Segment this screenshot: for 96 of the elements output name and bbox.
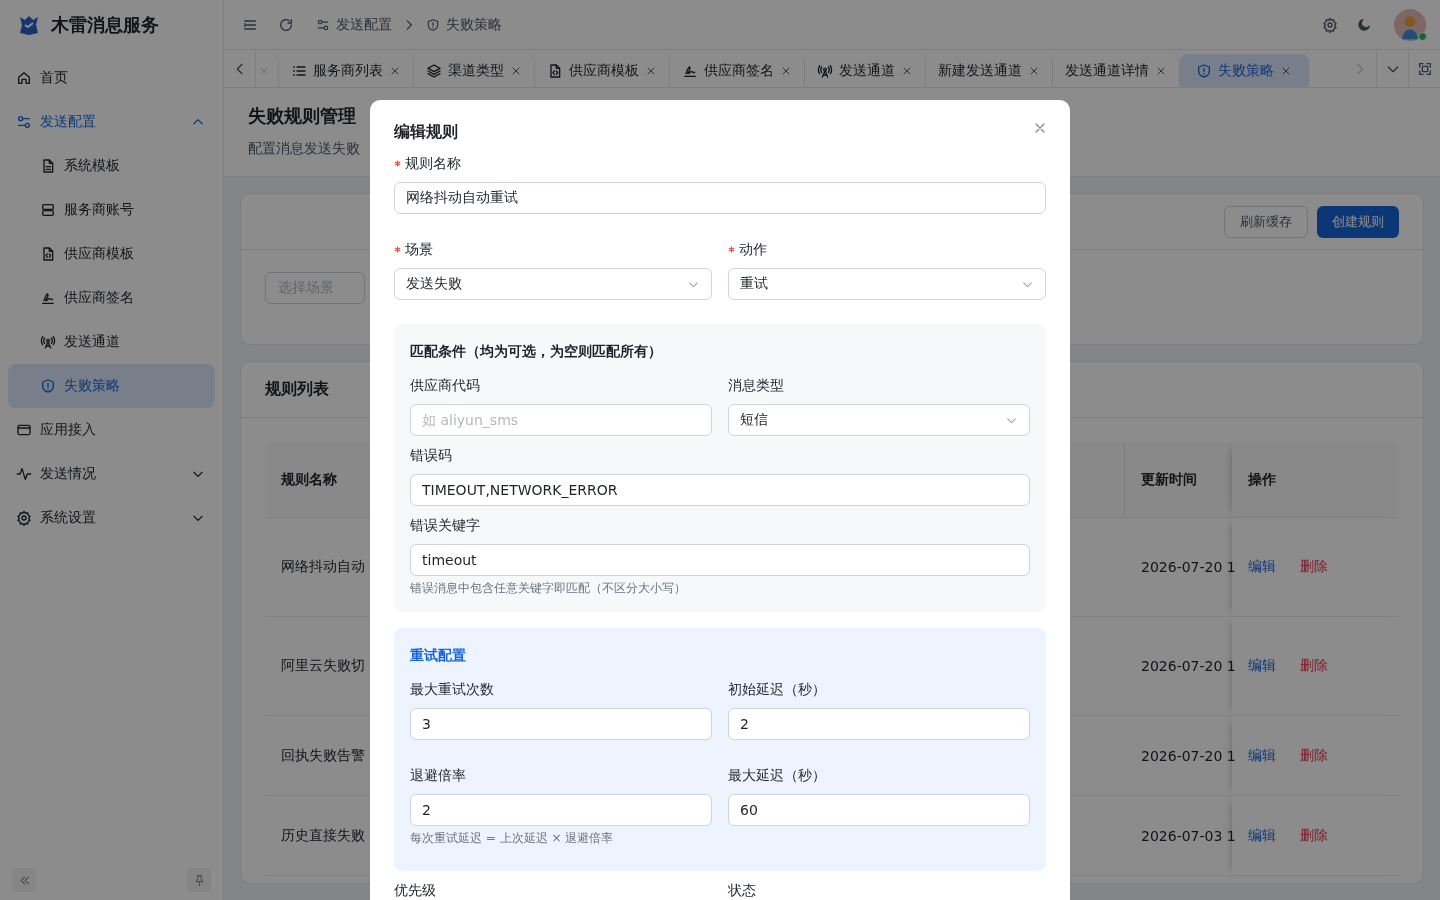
field-label: 最大重试次数 <box>410 680 494 699</box>
select-field[interactable]: 短信 <box>728 404 1030 436</box>
sidebar-item[interactable]: 失败策略 <box>8 364 215 408</box>
field-label: 状态 <box>728 881 756 900</box>
field-label: 优先级 <box>394 881 436 900</box>
signature-icon <box>40 290 56 306</box>
sidebar-item[interactable]: 服务商账号 <box>8 188 215 232</box>
table-cell: 网络抖动自动 <box>281 558 365 576</box>
input-field[interactable]: 2 <box>410 794 712 826</box>
field-label: 初始延迟（秒） <box>728 680 826 699</box>
tab[interactable]: 供应商模板 <box>535 53 670 87</box>
edit-link[interactable]: 编辑 <box>1248 826 1276 845</box>
select-field[interactable]: 重试 <box>728 268 1046 300</box>
tab[interactable]: 渠道类型 <box>414 53 535 87</box>
shield-icon <box>1196 62 1212 79</box>
create-button[interactable]: 创建规则 <box>1317 205 1399 238</box>
sliders-icon <box>16 114 32 130</box>
card-title: 规则列表 <box>265 379 329 400</box>
edit-link[interactable]: 编辑 <box>1248 657 1276 675</box>
column-header: 规则名称 <box>281 470 337 489</box>
field-label: 错误关键字 <box>410 516 480 535</box>
sliders-icon <box>316 17 330 32</box>
section-title: 匹配条件（均为可选，为空则匹配所有） <box>410 342 663 361</box>
window-icon <box>16 422 32 438</box>
field-label: 消息类型 <box>728 376 784 395</box>
code-file-icon <box>40 246 56 262</box>
shield-icon <box>40 378 56 394</box>
code-file-icon <box>547 62 563 79</box>
tab[interactable]: 发送通道 <box>805 53 926 87</box>
fullscreen-icon <box>1416 60 1433 77</box>
app-name: 木雷消息服务 <box>51 13 159 37</box>
refresh-cache-button[interactable]: 刷新缓存 <box>1224 205 1308 238</box>
delete-link[interactable]: 删除 <box>1300 746 1328 765</box>
server-icon <box>40 202 56 218</box>
pin-button[interactable] <box>187 868 211 892</box>
home-icon <box>16 70 32 86</box>
input-field[interactable]: 网络抖动自动重试 <box>394 182 1046 214</box>
input-field[interactable]: 2 <box>728 708 1030 740</box>
avatar-figure <box>1394 8 1426 41</box>
shield-icon <box>426 17 440 32</box>
dialog-title: 编辑规则 <box>394 121 458 143</box>
delete-link[interactable]: 删除 <box>1300 558 1328 576</box>
input-field[interactable]: 3 <box>410 708 712 740</box>
sidebar-item[interactable]: 供应商签名 <box>8 276 215 320</box>
column-header: 更新时间 <box>1141 470 1197 489</box>
field-hint: 错误消息中包含任意关键字即匹配（不区分大小写） <box>410 580 687 596</box>
breadcrumb-item[interactable]: 发送配置 <box>336 15 392 34</box>
logo-icon <box>17 13 41 37</box>
breadcrumb-item[interactable]: 失败策略 <box>446 15 502 34</box>
input-field[interactable]: timeout <box>410 544 1030 576</box>
sidebar-item[interactable]: 发送配置 <box>8 100 215 144</box>
antenna-icon <box>817 62 833 79</box>
input-field[interactable]: 60 <box>728 794 1030 826</box>
moon-icon <box>1356 16 1372 33</box>
sidebar-item[interactable]: 供应商模板 <box>8 232 215 276</box>
field-label: 动作 <box>739 240 767 259</box>
sidebar-item[interactable]: 发送情况 <box>8 452 215 496</box>
layers-icon <box>426 62 442 79</box>
select-field[interactable]: 发送失败 <box>394 268 712 300</box>
section-title: 重试配置 <box>410 646 467 665</box>
page-title: 失败规则管理 <box>248 104 357 128</box>
table-cell: 回执失败告警 <box>281 746 365 765</box>
sidebar-item[interactable]: 发送通道 <box>8 320 215 364</box>
avatar[interactable] <box>1394 8 1426 41</box>
antenna-icon <box>40 334 56 350</box>
delete-link[interactable]: 删除 <box>1300 826 1328 845</box>
document-icon <box>40 158 56 174</box>
column-header: 操作 <box>1248 470 1276 489</box>
field-label: 错误码 <box>410 446 452 465</box>
sidebar-item[interactable]: 系统设置 <box>8 496 215 540</box>
field-label: 退避倍率 <box>410 766 466 785</box>
page-subtitle: 配置消息发送失败 <box>248 140 361 158</box>
refresh-icon <box>278 16 294 33</box>
sidebar-item[interactable]: 首页 <box>8 56 215 100</box>
delete-link[interactable]: 删除 <box>1300 657 1328 675</box>
tab[interactable]: 新建发送通道 <box>926 53 1053 87</box>
sidebar-item[interactable]: 系统模板 <box>8 144 215 188</box>
table-cell: 历史直接失败 <box>281 826 365 845</box>
tab[interactable]: 失败策略 <box>1180 53 1309 87</box>
field-label: 规则名称 <box>405 154 461 173</box>
field-label: 场景 <box>405 240 433 259</box>
field-label: 供应商代码 <box>410 376 480 395</box>
field-label: 最大延迟（秒） <box>728 766 826 785</box>
pulse-icon <box>16 466 32 482</box>
field-hint: 每次重试延迟 = 上次延迟 × 退避倍率 <box>410 830 615 846</box>
sidebar-item[interactable]: 应用接入 <box>8 408 215 452</box>
input-field[interactable]: TIMEOUT,NETWORK_ERROR <box>410 474 1030 506</box>
table-cell: 阿里云失败切 <box>281 657 365 675</box>
tab[interactable]: 供应商签名 <box>670 53 805 87</box>
edit-link[interactable]: 编辑 <box>1248 558 1276 576</box>
input-field[interactable]: 如 aliyun_sms <box>410 404 712 436</box>
settings-icon <box>1322 16 1338 33</box>
edit-link[interactable]: 编辑 <box>1248 746 1276 765</box>
collapse-button[interactable] <box>12 868 36 892</box>
tab[interactable]: 服务商列表 <box>279 53 414 87</box>
settings-icon <box>16 510 32 526</box>
